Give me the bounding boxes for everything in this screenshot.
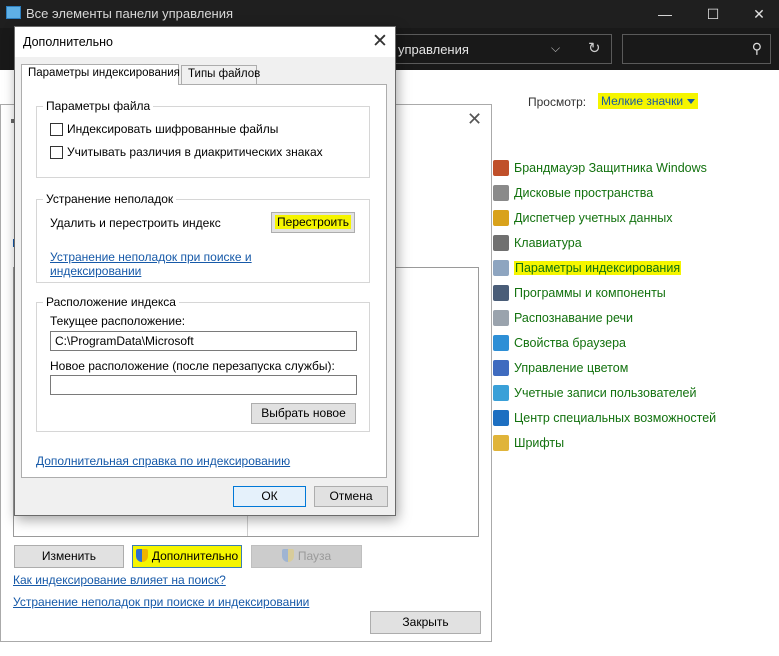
advanced-button-label: Дополнительно (151, 549, 239, 563)
control-panel-item-label: Управление цветом (514, 361, 629, 375)
firewall-icon (493, 160, 509, 176)
control-panel-item[interactable]: Свойства браузера (493, 333, 626, 353)
dialog-title: Дополнительно (23, 35, 113, 49)
search-icon: ⚲ (751, 40, 762, 56)
pause-button-label: Пауза (297, 549, 332, 563)
troubleshooting-caption: Устранение неполадок (43, 192, 177, 206)
index-location-group: Расположение индекса Текущее расположени… (36, 295, 370, 432)
control-panel-item-label: Дисковые пространства (514, 186, 654, 200)
dropdown-arrow-icon (687, 99, 696, 105)
rebuild-button[interactable]: Перестроить (271, 212, 355, 233)
current-location-field: C:\ProgramData\Microsoft (50, 331, 357, 351)
indexing-help-link[interactable]: Дополнительная справка по индексированию (36, 454, 290, 468)
rebuild-description: Удалить и перестроить индекс (50, 216, 221, 230)
control-panel-item-label: Шрифты (514, 436, 565, 450)
credential-manager-icon (493, 210, 509, 226)
control-panel-item-label: Клавиатура (514, 236, 582, 250)
close-button[interactable]: Закрыть (370, 611, 481, 634)
rebuild-button-label: Перестроить (275, 215, 351, 229)
control-panel-item[interactable]: Распознавание речи (493, 308, 633, 328)
control-panel-item[interactable]: Дисковые пространства (493, 183, 653, 203)
control-panel-titlebar: Все элементы панели управления — ☐ ✕ (0, 0, 779, 28)
control-panel-item[interactable]: Центр специальных возможностей (493, 408, 716, 428)
diacritics-label: Учитывать различия в диакритических знак… (67, 145, 323, 159)
ok-button[interactable]: ОК (233, 486, 306, 507)
control-panel-item-label: Центр специальных возможностей (514, 411, 717, 425)
view-by-value: Мелкие значки (601, 94, 684, 108)
refresh-icon[interactable]: ↻ (588, 39, 601, 57)
address-text: управления (398, 42, 469, 57)
tab-panel: Параметры файла Индексировать шифрованны… (21, 84, 387, 478)
file-settings-group: Параметры файла Индексировать шифрованны… (36, 99, 370, 178)
programs-icon (493, 285, 509, 301)
control-panel-item-label: Учетные записи пользователей (514, 386, 697, 400)
search-input[interactable]: ⚲ (622, 34, 771, 64)
indexing-icon (493, 260, 509, 276)
close-window-button[interactable]: ✕ (736, 0, 779, 28)
troubleshoot-search-link[interactable]: Устранение неполадок при поиске и индекс… (13, 595, 309, 609)
control-panel-item[interactable]: Программы и компоненты (493, 283, 666, 303)
user-accounts-icon (493, 385, 509, 401)
encrypted-files-label: Индексировать шифрованные файлы (67, 122, 279, 136)
control-panel-item[interactable]: Шрифты (493, 433, 564, 453)
view-by-label: Просмотр: (528, 95, 587, 109)
control-panel-item-label: Параметры индексирования (514, 261, 682, 275)
control-panel-app-icon (6, 6, 21, 19)
control-panel-item-label: Распознавание речи (514, 311, 634, 325)
close-icon[interactable]: ✕ (372, 30, 388, 53)
view-by-dropdown[interactable]: Мелкие значки (598, 93, 699, 109)
advanced-button[interactable]: Дополнительно (132, 545, 242, 568)
control-panel-item-label: Брандмауэр Защитника Windows (514, 161, 707, 175)
microphone-icon (493, 310, 509, 326)
control-panel-item[interactable]: Диспетчер учетных данных (493, 208, 673, 228)
storage-spaces-icon (493, 185, 509, 201)
choose-new-button[interactable]: Выбрать новое (251, 403, 356, 424)
tab-index-settings[interactable]: Параметры индексирования (21, 64, 180, 85)
encrypted-files-checkbox[interactable]: Индексировать шифрованные файлы (50, 122, 278, 136)
control-panel-item[interactable]: Учетные записи пользователей (493, 383, 697, 403)
control-panel-item-label: Свойства браузера (514, 336, 626, 350)
modify-button[interactable]: Изменить (14, 545, 124, 568)
control-panel-item[interactable]: Управление цветом (493, 358, 628, 378)
index-location-caption: Расположение индекса (43, 295, 179, 309)
internet-options-icon (493, 335, 509, 351)
control-panel-item[interactable]: Клавиатура (493, 233, 582, 253)
diacritics-checkbox[interactable]: Учитывать различия в диакритических знак… (50, 145, 323, 159)
keyboard-icon (493, 235, 509, 251)
checkbox-box[interactable] (50, 145, 63, 159)
shield-icon (281, 549, 294, 562)
chevron-down-icon[interactable]: ⌵ (551, 41, 560, 56)
control-panel-item[interactable]: Брандмауэр Защитника Windows (493, 158, 707, 178)
control-panel-title: Все элементы панели управления (26, 6, 234, 21)
dialog-titlebar: Дополнительно ✕ (15, 27, 395, 57)
minimize-button[interactable]: — (642, 0, 688, 28)
checkbox-box[interactable] (50, 122, 63, 136)
fonts-icon (493, 435, 509, 451)
file-settings-caption: Параметры файла (43, 99, 154, 113)
shield-icon (135, 549, 148, 562)
control-panel-item-label: Диспетчер учетных данных (514, 211, 673, 225)
troubleshooting-group: Устранение неполадок Удалить и перестрои… (36, 192, 370, 283)
accessibility-icon (493, 410, 509, 426)
control-panel-item-label: Программы и компоненты (514, 286, 666, 300)
control-panel-item[interactable]: Параметры индексирования (493, 258, 682, 278)
cancel-button[interactable]: Отмена (314, 486, 388, 507)
troubleshoot-link[interactable]: Устранение неполадок при поиске и индекс… (50, 250, 280, 278)
address-field[interactable]: управления ⌵ ↻ (380, 34, 612, 64)
tab-file-types[interactable]: Типы файлов (181, 65, 260, 84)
advanced-dialog: Дополнительно ✕ Параметры индексирования… (14, 26, 396, 516)
color-management-icon (493, 360, 509, 376)
current-location-label: Текущее расположение: (50, 314, 186, 328)
how-indexing-affects-search-link[interactable]: Как индексирование влияет на поиск? (13, 573, 226, 587)
pause-button[interactable]: Пауза (251, 545, 362, 568)
new-location-field[interactable] (50, 375, 357, 395)
new-location-label: Новое расположение (после перезапуска сл… (50, 359, 335, 373)
close-icon[interactable]: ✕ (467, 109, 482, 130)
maximize-button[interactable]: ☐ (690, 0, 736, 28)
